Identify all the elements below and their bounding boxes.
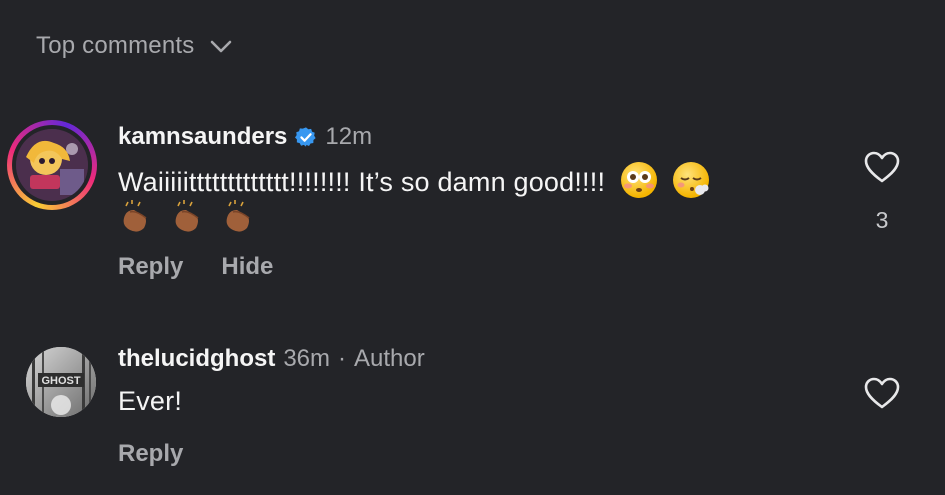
comments-panel: Top comments kamnsaunders 12m Waiiiiittt…: [0, 0, 945, 495]
reply-button[interactable]: Reply: [118, 253, 183, 281]
avatar: [16, 129, 88, 201]
svg-text:GHOST: GHOST: [41, 375, 80, 387]
comment-username[interactable]: thelucidghost: [118, 345, 275, 373]
avatar-story-ring[interactable]: [7, 120, 97, 210]
author-tag: Author: [354, 345, 425, 372]
comment-text-row: Waiiiiittttttttttttt!!!!!!!! It’s so dam…: [118, 162, 709, 198]
comment-timestamp: 12m: [325, 123, 373, 150]
separator-dot: ·: [338, 345, 347, 372]
comment-username[interactable]: kamnsaunders: [118, 123, 287, 151]
like-button[interactable]: 3: [862, 150, 902, 234]
chevron-down-icon: [208, 33, 234, 59]
clapping-hands-emoji-icon: [170, 198, 206, 234]
sort-label: Top comments: [36, 32, 195, 59]
heart-outline-icon: [863, 150, 901, 189]
flushed-face-emoji-icon: [620, 162, 657, 198]
comment-text: Ever!: [118, 386, 183, 416]
verified-badge-icon: [295, 126, 317, 148]
avatar[interactable]: GHOST: [26, 347, 96, 417]
comment-text: Waiiiiittttttttttttt!!!!!!!! It’s so dam…: [118, 167, 606, 197]
clapping-hands-emoji-icon: [221, 198, 257, 234]
face-exhaling-emoji-icon: [672, 162, 709, 198]
heart-outline-icon: [863, 376, 901, 415]
reply-button[interactable]: Reply: [118, 440, 183, 468]
comment-emoji-row: [118, 198, 265, 234]
like-button[interactable]: [862, 376, 902, 415]
comments-sort-dropdown[interactable]: Top comments: [36, 28, 234, 64]
comment-timestamp: 36m: [283, 345, 331, 372]
hide-button[interactable]: Hide: [221, 253, 273, 281]
clapping-hands-emoji-icon: [118, 198, 154, 234]
like-count: 3: [875, 207, 889, 233]
